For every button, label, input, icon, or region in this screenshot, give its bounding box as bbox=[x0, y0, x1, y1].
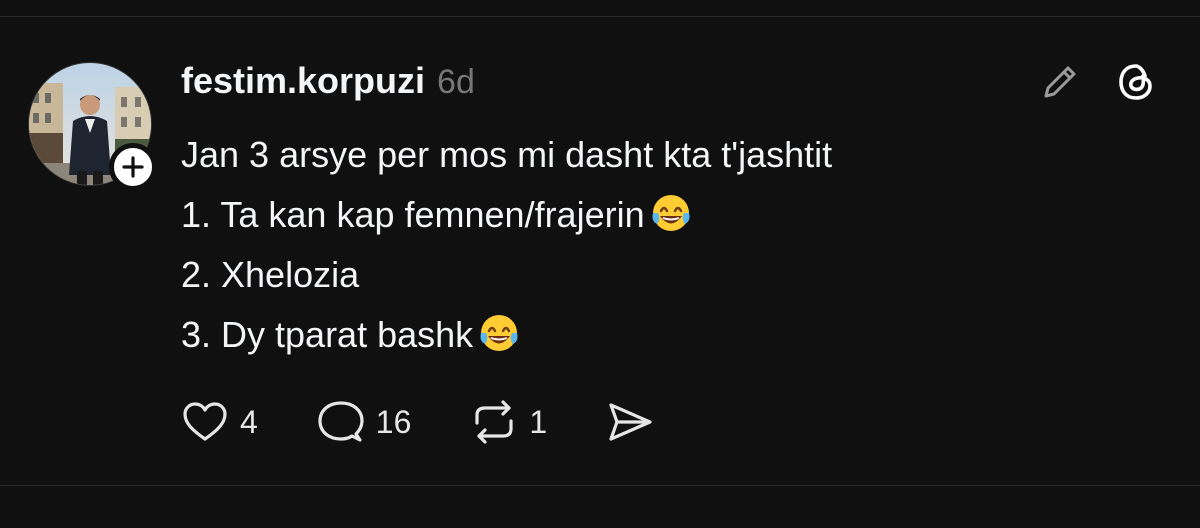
post-line-3: 2. Xhelozia bbox=[181, 245, 832, 305]
threads-post-screen: festim.korpuzi 6d Jan 3 arsye per mos mi… bbox=[0, 0, 1200, 528]
face-with-tears-of-joy-icon bbox=[480, 315, 518, 351]
username-link[interactable]: festim.korpuzi bbox=[181, 60, 425, 102]
like-count: 4 bbox=[240, 403, 258, 440]
repost-count: 1 bbox=[529, 403, 548, 440]
share-button[interactable] bbox=[605, 396, 655, 448]
threads-app-button[interactable] bbox=[1112, 58, 1160, 106]
repost-icon bbox=[475, 400, 513, 444]
post-action-bar: 4 16 1 bbox=[180, 396, 713, 448]
post-line-4: 3. Dy tparat bashk bbox=[181, 305, 832, 365]
comment-icon bbox=[318, 401, 364, 442]
post-line-2: 1. Ta kan kap femnen/frajerin bbox=[181, 185, 832, 245]
repost-button[interactable]: 1 bbox=[469, 396, 547, 448]
follow-button[interactable] bbox=[109, 143, 157, 191]
post-line-1: Jan 3 arsye per mos mi dasht kta t'jasht… bbox=[181, 125, 832, 185]
post-line-text: 2. Xhelozia bbox=[181, 254, 360, 295]
like-button[interactable]: 4 bbox=[180, 396, 258, 448]
post-timestamp: 6d bbox=[437, 63, 475, 101]
post-line-text: 1. Ta kan kap femnen/frajerin bbox=[181, 194, 645, 235]
threads-logo-icon bbox=[1119, 64, 1152, 100]
top-divider bbox=[0, 16, 1200, 17]
edit-button[interactable] bbox=[1036, 58, 1084, 106]
post-top-actions bbox=[1036, 58, 1160, 106]
pencil-icon bbox=[1044, 66, 1076, 98]
face-with-tears-of-joy-icon bbox=[652, 195, 690, 231]
post-line-text: Jan 3 arsye per mos mi dasht kta t'jasht… bbox=[181, 134, 833, 175]
heart-icon bbox=[183, 402, 227, 441]
post-header: festim.korpuzi 6d bbox=[181, 60, 475, 102]
reply-button[interactable]: 16 bbox=[316, 396, 412, 448]
plus-icon bbox=[122, 156, 144, 178]
post-body: Jan 3 arsye per mos mi dasht kta t'jasht… bbox=[181, 125, 832, 365]
reply-count: 16 bbox=[375, 403, 412, 440]
post-line-text: 3. Dy tparat bashk bbox=[181, 314, 474, 355]
bottom-divider bbox=[0, 485, 1200, 486]
author-avatar-container[interactable] bbox=[28, 62, 157, 191]
send-icon bbox=[609, 403, 652, 441]
